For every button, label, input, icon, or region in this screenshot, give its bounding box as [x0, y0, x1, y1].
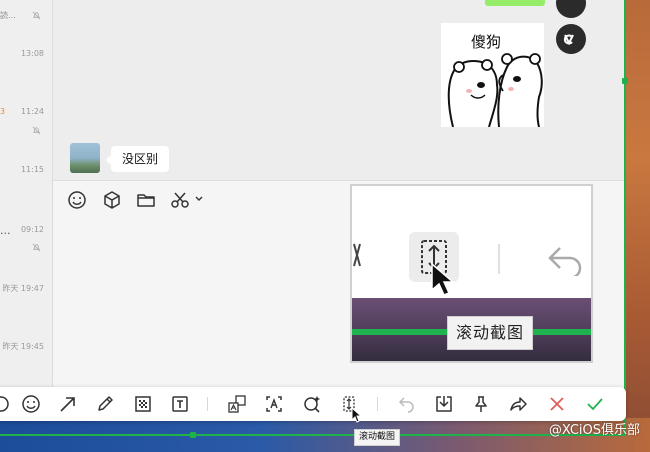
list-item[interactable]: 昨天 19:47	[0, 280, 52, 296]
selection-border-bottom[interactable]	[0, 434, 626, 436]
mouse-cursor-icon	[431, 262, 456, 296]
mouse-cursor-icon	[351, 407, 363, 423]
avatar-logo-icon	[563, 34, 574, 46]
share-button[interactable]	[509, 394, 529, 414]
ocr-tool-button[interactable]	[264, 394, 284, 414]
text-icon	[172, 396, 188, 412]
search-sparkle-icon	[304, 396, 320, 413]
avatar[interactable]	[556, 24, 586, 54]
list-item[interactable]: 昨天 19:45	[0, 338, 52, 354]
zoom-magnifier: 滚动截图	[350, 184, 593, 363]
chat-list: 読... 13:08 3 11:24 11:15 ... 09:12 昨天 19…	[0, 0, 53, 390]
list-item-preview: ...	[0, 224, 11, 237]
pin-icon	[475, 396, 487, 412]
list-item-time: 昨天 19:47	[2, 284, 44, 293]
sticker-image[interactable]: 傻狗	[441, 23, 544, 128]
chevron-down-icon[interactable]	[193, 193, 205, 205]
text-recognition-icon	[266, 396, 282, 412]
list-item[interactable]: 読...	[0, 6, 52, 26]
close-icon	[550, 397, 564, 411]
translate-icon	[228, 395, 246, 413]
mosaic-tool-button[interactable]	[133, 394, 153, 414]
translate-tool-button[interactable]	[227, 394, 247, 414]
toolbar-tooltip: 滚动截图	[354, 429, 401, 446]
circle-icon	[0, 396, 9, 412]
text-tool-button[interactable]	[170, 394, 190, 414]
list-item-time: 11:24	[20, 107, 44, 116]
undo-icon	[398, 397, 414, 413]
list-item[interactable]: 11:15	[0, 162, 52, 178]
outgoing-message-bubble[interactable]	[485, 0, 545, 6]
selection-handle[interactable]	[622, 78, 628, 84]
pen-tool-button[interactable]	[95, 394, 115, 414]
list-item-mark: 3	[0, 107, 6, 116]
pin-button[interactable]	[471, 394, 491, 414]
arrow-tool-button[interactable]	[58, 394, 78, 414]
magnified-tooltip: 滚动截图	[447, 316, 534, 350]
selection-border-right[interactable]	[624, 0, 626, 436]
incoming-message-bubble[interactable]: 没区别	[105, 146, 170, 172]
share-icon	[510, 397, 527, 411]
watermark: @XCiOS俱乐部	[548, 423, 640, 438]
pin-search-tool-button[interactable]	[302, 394, 322, 414]
smiley-icon[interactable]	[67, 190, 87, 210]
desktop-background	[626, 0, 650, 452]
screenshot-toolbar	[0, 387, 626, 423]
list-item-time: 09:12	[20, 225, 44, 234]
list-item-preview: 読...	[0, 11, 16, 20]
toolbar-divider	[207, 397, 208, 411]
emoji-tool-button[interactable]	[21, 394, 41, 414]
sticker-caption: 傻狗	[471, 33, 502, 51]
mute-bell-icon	[32, 243, 41, 252]
magnified-tool-icon	[353, 243, 361, 267]
mute-bell-icon	[32, 126, 41, 135]
mute-bell-icon	[32, 11, 41, 20]
cancel-button[interactable]	[547, 394, 567, 414]
download-icon	[436, 396, 452, 412]
selection-handle[interactable]	[190, 432, 196, 438]
list-item-time: 昨天 19:45	[2, 342, 44, 351]
toolbar-divider	[377, 397, 378, 411]
check-icon	[587, 398, 603, 411]
magnified-divider	[498, 244, 500, 274]
folder-icon[interactable]	[136, 190, 156, 210]
list-item-time: 13:08	[20, 49, 44, 58]
circle-tool-button[interactable]	[0, 394, 11, 414]
download-button[interactable]	[434, 394, 454, 414]
confirm-button[interactable]	[585, 394, 605, 414]
undo-button[interactable]	[396, 394, 416, 414]
pen-icon	[98, 396, 113, 411]
list-item-time: 11:15	[20, 165, 44, 174]
list-item[interactable]: 13:08	[0, 46, 52, 62]
smiley-icon	[22, 395, 40, 413]
list-item[interactable]: ... 09:12	[0, 222, 52, 254]
avatar[interactable]	[70, 143, 100, 173]
cube-icon[interactable]	[102, 190, 122, 210]
arrow-icon	[60, 397, 75, 412]
list-item[interactable]: 3 11:24	[0, 104, 52, 136]
scissors-icon[interactable]	[170, 190, 190, 210]
mosaic-icon	[135, 396, 151, 412]
magnified-undo-icon	[548, 247, 582, 276]
